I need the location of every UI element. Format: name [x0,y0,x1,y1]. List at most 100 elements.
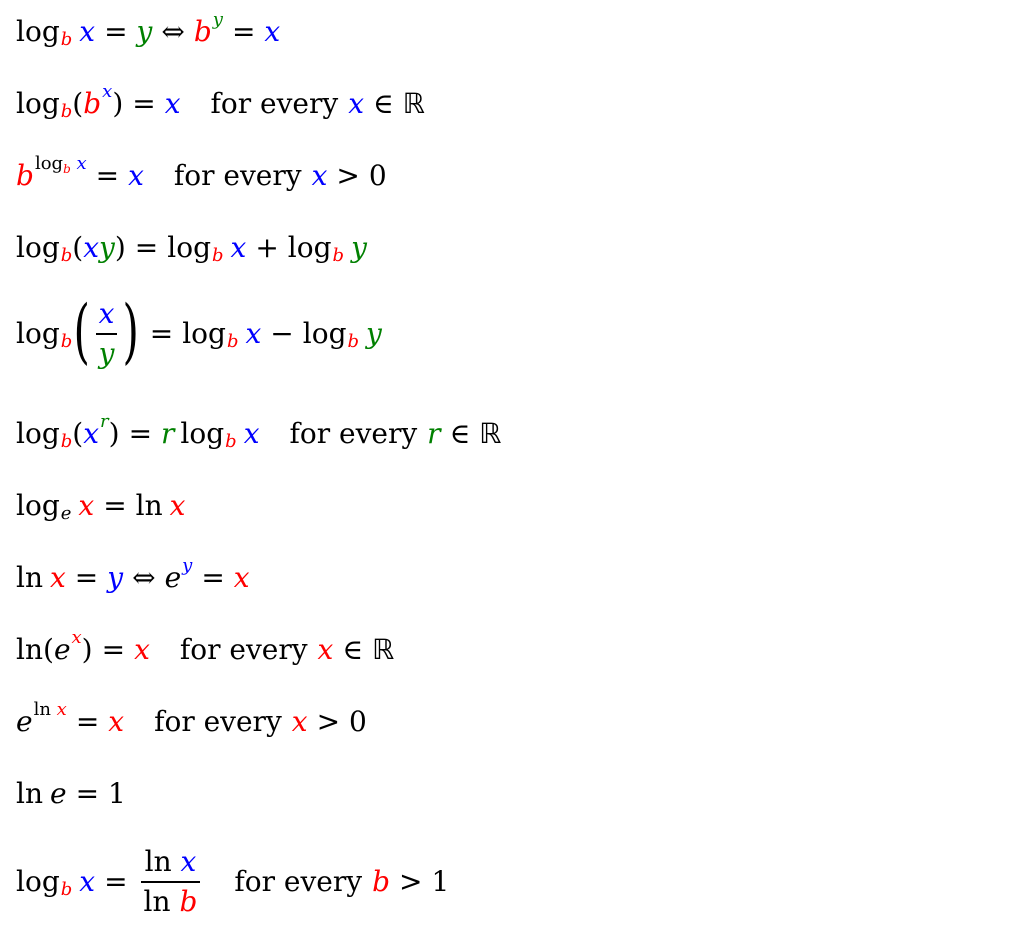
base-b: b [16,159,34,192]
number-zero: 0 [368,159,387,192]
exponent-x: x [102,81,113,102]
fraction-bar [140,881,201,883]
formula-power-of-log: b logb x = x for every x > 0 [16,155,387,192]
var-x: x [128,159,144,192]
fraction-x-over-y: x y [95,297,118,370]
left-paren: ( [72,417,84,450]
log-operator: log [16,231,60,264]
log-operator: log [16,417,60,450]
numerator-ln-x: ln x [144,845,197,878]
right-paren: ) [108,417,120,450]
for-every-text: for every [179,633,308,666]
var-r: r [161,417,175,450]
exponent-y: y [212,9,223,30]
base-b: b [60,245,73,266]
ln-operator: ln [16,633,43,666]
var-x: x [83,231,100,264]
var-x: x [311,159,328,192]
ln-operator: ln [135,489,163,522]
base-b: b [83,87,102,120]
var-x: x [264,15,281,48]
exponent-x: x [71,627,82,648]
var-x: x [291,705,308,738]
formula-log-definition: log b x = y ⇔ by = x [16,11,281,50]
formula-natural-log-definition: log e x = ln x [16,489,185,524]
log-operator: log [287,231,332,264]
exponent-y: y [182,555,193,576]
log-operator: log [167,231,211,264]
fraction-ln-x-over-ln-b: ln x ln b [140,845,201,918]
reals-symbol: ℝ [372,633,395,666]
equals-sign: = [134,231,159,264]
var-x: x [79,864,96,898]
for-every-text: for every [234,864,363,898]
log-operator: log [182,316,226,350]
denominator-y: y [98,336,115,370]
base-e: e [50,777,67,810]
base-b: b [212,245,224,266]
var-x: x [79,15,96,48]
var-b: b [372,864,390,898]
formula-log-quotient: log b ( x y ) = log b x − log b y [16,289,382,372]
equals-sign: = [128,417,153,450]
log-operator: log [16,489,60,522]
left-paren: ( [43,633,54,666]
base-e: e [60,503,72,524]
formula-ln-e: ln e = 1 [16,780,126,808]
exponent-log: logb x [34,153,87,176]
log-operator: log [16,316,60,350]
var-y: y [136,15,153,48]
var-y: y [351,231,367,264]
var-x: x [108,705,125,738]
exponent-r: r [100,411,109,432]
base-b: b [60,101,73,122]
reals-symbol: ℝ [479,417,502,450]
denominator-ln-b: ln b [143,884,198,918]
log-operator: log [180,417,225,450]
for-every-text: for every [173,159,302,192]
var-x: x [50,561,66,594]
right-paren: ) [81,633,93,666]
base-b: b [347,330,360,352]
fraction-bar [95,333,118,335]
iff-symbol: ⇔ [161,15,185,48]
log-operator: log [16,864,60,898]
base-b: b [60,330,73,352]
number-zero: 0 [349,705,367,738]
equals-sign: = [201,561,225,594]
var-x: x [317,633,334,666]
minus-sign: − [270,316,294,350]
element-of-symbol: ∈ [449,417,471,450]
big-left-paren: ( [73,289,91,372]
right-paren: ) [112,87,124,120]
base-b: b [60,29,73,50]
equals-sign: = [101,633,126,666]
var-x: x [78,489,95,522]
equals-sign: = [95,159,120,192]
greater-symbol: > [336,159,360,192]
exponent-ln: ln x [33,699,67,720]
numerator-x: x [98,297,115,330]
var-y: y [99,231,115,264]
base-e: e [53,633,71,666]
greater-symbol: > [316,705,341,738]
base-b: b [226,330,239,352]
formula-ln-of-exp: ln (e x) = x for every x ∈ ℝ [16,629,395,666]
right-paren: ) [114,231,126,264]
base-b: b [225,431,237,452]
number-one: 1 [108,777,126,810]
equals-sign: = [149,316,174,350]
equals-sign: = [75,705,100,738]
var-x: x [243,417,260,450]
for-every-text: for every [210,87,339,120]
number-one: 1 [431,864,450,898]
for-every-text: for every [154,705,282,738]
formula-log-of-power: log b (b x) = x for every x ∈ ℝ [16,83,425,122]
base-e: e [16,705,33,738]
base-b: b [193,15,212,48]
var-x: x [83,417,100,450]
var-x: x [348,87,364,120]
var-x: x [245,316,262,350]
equals-sign: = [231,15,256,48]
var-y: y [366,316,382,350]
